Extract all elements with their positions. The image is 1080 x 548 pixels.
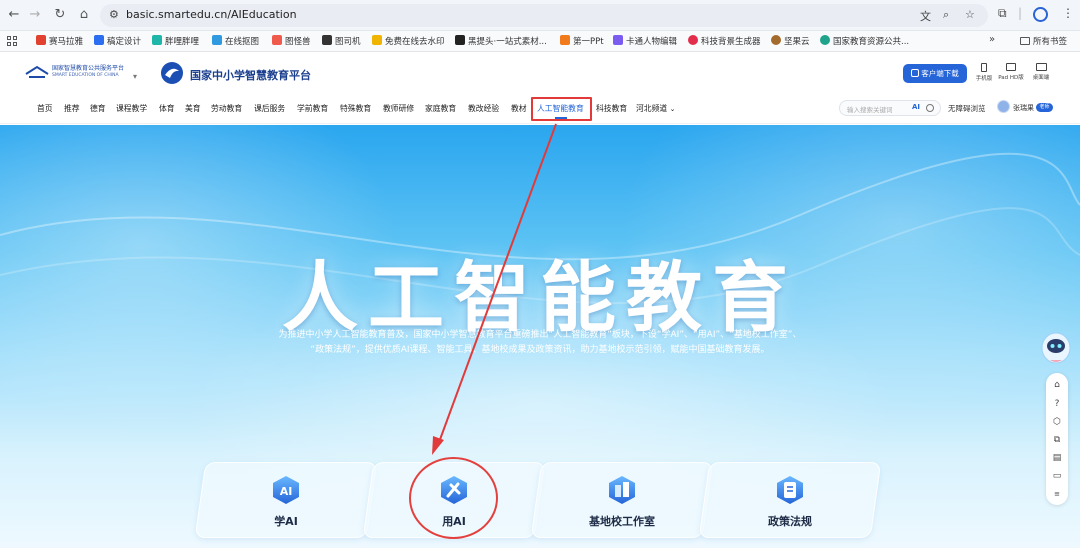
all-bookmarks[interactable]: 所有书签 [1020, 35, 1067, 47]
home-shortcut-icon[interactable]: ⌂ [1052, 380, 1062, 390]
document-icon[interactable]: ▤ [1052, 453, 1062, 463]
nav-item[interactable]: 家庭教育 [425, 103, 456, 114]
bookmark-item[interactable]: 卡通人物编辑 [613, 35, 677, 49]
bookmark-item[interactable]: 坚果云 [771, 35, 810, 49]
bookmark-item[interactable]: 黑提头·一站式素材... [455, 35, 547, 49]
profile-icon[interactable] [1033, 7, 1048, 22]
role-badge: 老师 [1036, 103, 1053, 112]
translate-icon[interactable]: 文 [920, 8, 931, 24]
card-label[interactable]: 基地校工作室 [562, 513, 682, 529]
svg-text:AI: AI [280, 485, 293, 498]
nav-item[interactable]: 科技教育 [596, 103, 627, 114]
platform-logo-text: 国家智慧教育公共服务平台 SMART EDUCATION OF CHINA [52, 65, 125, 78]
bookmark-item[interactable]: 赛马拉雅 [36, 35, 83, 49]
edu-platform-logo-icon[interactable] [158, 61, 186, 85]
bookmark-item[interactable]: 第一PPt [560, 35, 604, 49]
bookmark-item[interactable]: 在线抠图 [212, 35, 259, 49]
bookmark-item[interactable]: 免费在线去水印 [372, 35, 445, 49]
star-icon[interactable]: ☆ [965, 8, 975, 21]
bookmark-item[interactable]: 国家教育资源公共... [820, 35, 909, 49]
bookmarks-bar: 赛马拉雅 稿定设计 胖哩胖哩 在线抠图 图怪兽 图司机 免费在线去水印 黑提头·… [0, 31, 1080, 52]
platform-logo-icon[interactable] [25, 65, 49, 79]
search-icon[interactable] [926, 104, 934, 112]
chevron-down-icon: ⌄ [669, 105, 676, 113]
ai-assistant-robot-icon[interactable] [1040, 328, 1072, 366]
home-icon[interactable]: ⌂ [75, 6, 93, 24]
nav-item[interactable]: 德育 [90, 103, 106, 114]
laptop-icon [1035, 63, 1047, 71]
nav-item[interactable]: 特殊教育 [340, 103, 371, 114]
nav-item[interactable]: 课程教学 [116, 103, 147, 114]
apps-icon[interactable] [7, 36, 17, 46]
folder-icon [1020, 37, 1030, 45]
phone-icon [981, 63, 987, 72]
logo-separator: ▾ [133, 72, 138, 81]
address-bar[interactable]: ⚙ basic.smartedu.cn/AIEducation 文 ⌕ ☆ [100, 4, 988, 27]
browser-toolbar: ← → ↻ ⌂ ⚙ basic.smartedu.cn/AIEducation … [0, 0, 1080, 31]
nav-item[interactable]: 劳动教育 [211, 103, 242, 114]
nav-item[interactable]: 首页 [37, 103, 53, 114]
nav-item[interactable]: 教师研修 [383, 103, 414, 114]
site-search-input[interactable]: 输入搜索关键词 AI [839, 100, 941, 116]
menu-list-icon[interactable]: ≡ [1052, 489, 1062, 499]
active-tab-indicator [555, 117, 567, 119]
site-info-icon[interactable]: ⚙ [109, 8, 119, 21]
divider-icon: | [1018, 6, 1023, 20]
nav-item[interactable]: 美育 [185, 103, 201, 114]
user-name[interactable]: 张瑞果 [1013, 103, 1034, 113]
ai-search-icon[interactable]: AI [912, 103, 920, 111]
copy-icon[interactable]: ⧉ [1052, 435, 1062, 445]
policy-document-icon [777, 476, 803, 504]
help-icon[interactable]: ? [1052, 399, 1062, 409]
extensions-icon[interactable]: ⧉ [998, 6, 1007, 21]
zoom-icon[interactable]: ⌕ [943, 8, 949, 22]
bookmark-item[interactable]: 图怪兽 [272, 35, 311, 49]
nav-item[interactable]: 体育 [159, 103, 175, 114]
download-icon [911, 69, 920, 77]
nav-item[interactable]: 推荐 [64, 103, 80, 114]
mobile-version-link[interactable]: 手机版 [970, 63, 998, 82]
nav-item[interactable]: 课后服务 [254, 103, 285, 114]
nav-item-hebei-dropdown[interactable]: 河北频道 ⌄ [636, 103, 676, 114]
client-download-button[interactable]: 客户端下载 [903, 64, 967, 83]
reload-icon[interactable]: ↻ [51, 6, 69, 24]
bookmark-item[interactable]: 图司机 [322, 35, 361, 49]
accessibility-link[interactable]: 无障碍浏览 [948, 103, 986, 114]
card-label[interactable]: 学AI [226, 513, 346, 529]
nav-item[interactable]: 教材 [511, 103, 527, 114]
site-title[interactable]: 国家中小学智慧教育平台 [190, 67, 311, 83]
shield-icon[interactable]: ⬡ [1052, 417, 1062, 427]
pad-version-link[interactable]: Pad HD版 [997, 63, 1025, 81]
search-placeholder: 输入搜索关键词 [847, 106, 893, 114]
school-building-icon [609, 476, 635, 504]
forward-icon[interactable]: → [26, 6, 44, 24]
more-bookmarks-icon[interactable]: » [989, 34, 995, 45]
message-icon[interactable]: ▭ [1052, 471, 1062, 481]
back-icon[interactable]: ← [5, 6, 23, 24]
site-header: 国家智慧教育公共服务平台 SMART EDUCATION OF CHINA ▾ … [0, 52, 1080, 94]
menu-icon[interactable]: ⋮ [1062, 6, 1074, 20]
bookmark-item[interactable]: 稿定设计 [94, 35, 141, 49]
tablet-icon [1006, 63, 1016, 71]
desktop-version-link[interactable]: 桌面端 [1027, 63, 1055, 81]
bookmark-item[interactable]: 科技背景生成器 [688, 35, 761, 49]
bookmark-item[interactable]: 胖哩胖哩 [152, 35, 199, 49]
nav-item[interactable]: 教改经验 [468, 103, 499, 114]
card-label[interactable]: 政策法规 [730, 513, 850, 529]
annotation-circle [409, 457, 498, 539]
banner-description: 为推进中小学人工智能教育普及，国家中小学智慧教育平台重磅推出“人工智能教育”板块… [278, 330, 802, 355]
url-text[interactable]: basic.smartedu.cn/AIEducation [126, 8, 297, 21]
avatar[interactable] [997, 100, 1010, 113]
nav-item[interactable]: 学前教育 [297, 103, 328, 114]
ai-badge-icon: AI [273, 476, 299, 504]
